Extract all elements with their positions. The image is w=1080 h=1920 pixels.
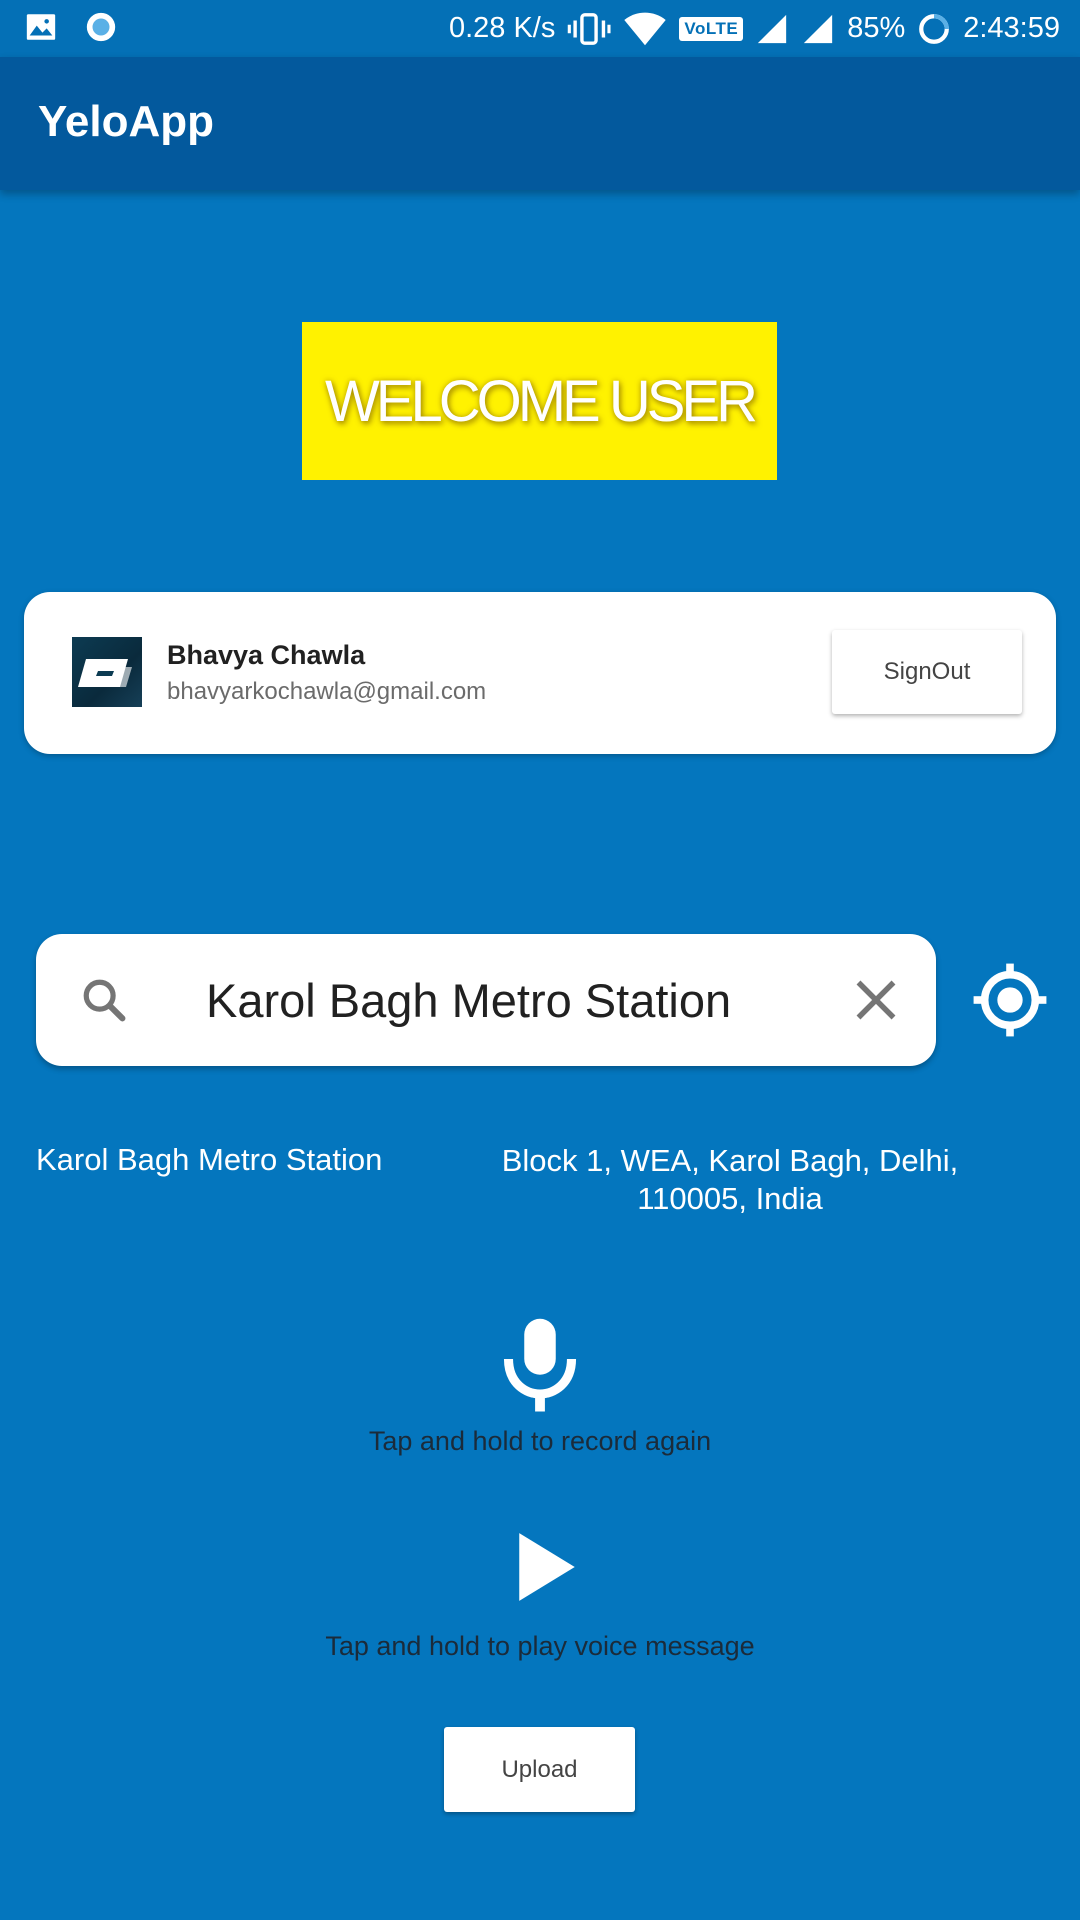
gallery-icon (26, 14, 56, 40)
clock: 2:43:59 (963, 12, 1060, 44)
mic-icon[interactable] (498, 1316, 582, 1416)
clear-icon[interactable] (846, 970, 906, 1030)
network-speed: 0.28 K/s (448, 12, 556, 44)
signout-button[interactable]: SignOut (832, 630, 1022, 714)
app-bar: YeloApp (0, 57, 1080, 190)
volte-icon: VoLTE (679, 16, 744, 41)
battery-level: 85% (847, 12, 906, 44)
battery-icon (919, 13, 950, 44)
upload-button[interactable]: Upload (444, 1727, 635, 1812)
place-address: Block 1, WEA, Karol Bagh, Delhi, 110005,… (480, 1142, 980, 1218)
avatar (72, 637, 142, 707)
search-input[interactable] (206, 960, 806, 1040)
my-location-icon[interactable] (972, 962, 1048, 1038)
address-line-2: 110005, India (637, 1181, 823, 1216)
user-email: bhavyarkochawla@gmail.com (167, 678, 487, 705)
welcome-banner: WELCOME USER (302, 322, 777, 480)
record-hint: Tap and hold to record again (368, 1426, 712, 1456)
app-title: YeloApp (38, 97, 215, 146)
vibrate-icon (568, 12, 611, 45)
signal-icon (758, 14, 787, 43)
play-hint: Tap and hold to play voice message (325, 1631, 755, 1661)
wifi-icon (624, 12, 667, 45)
welcome-text: WELCOME USER (325, 368, 758, 434)
play-icon[interactable] (516, 1530, 578, 1604)
screen: 0.28 K/s VoLTE 85% 2:43:59 YeloApp WELCO… (0, 0, 1080, 1920)
place-name: Karol Bagh Metro Station (36, 1142, 383, 1177)
status-right-area: 0.28 K/s VoLTE 85% 2:43:59 (449, 0, 1060, 57)
address-line-1: Block 1, WEA, Karol Bagh, Delhi, (501, 1143, 959, 1178)
search-box (36, 934, 936, 1066)
status-bar: 0.28 K/s VoLTE 85% 2:43:59 (0, 0, 1080, 57)
user-card: Bhavya Chawla bhavyarkochawla@gmail.com … (24, 592, 1056, 754)
sync-icon (86, 12, 116, 42)
signal-icon (804, 14, 833, 43)
user-name: Bhavya Chawla (167, 640, 366, 670)
status-left-icons (24, 10, 118, 44)
avatar-logo-icon (78, 659, 132, 687)
search-icon[interactable] (78, 974, 130, 1026)
